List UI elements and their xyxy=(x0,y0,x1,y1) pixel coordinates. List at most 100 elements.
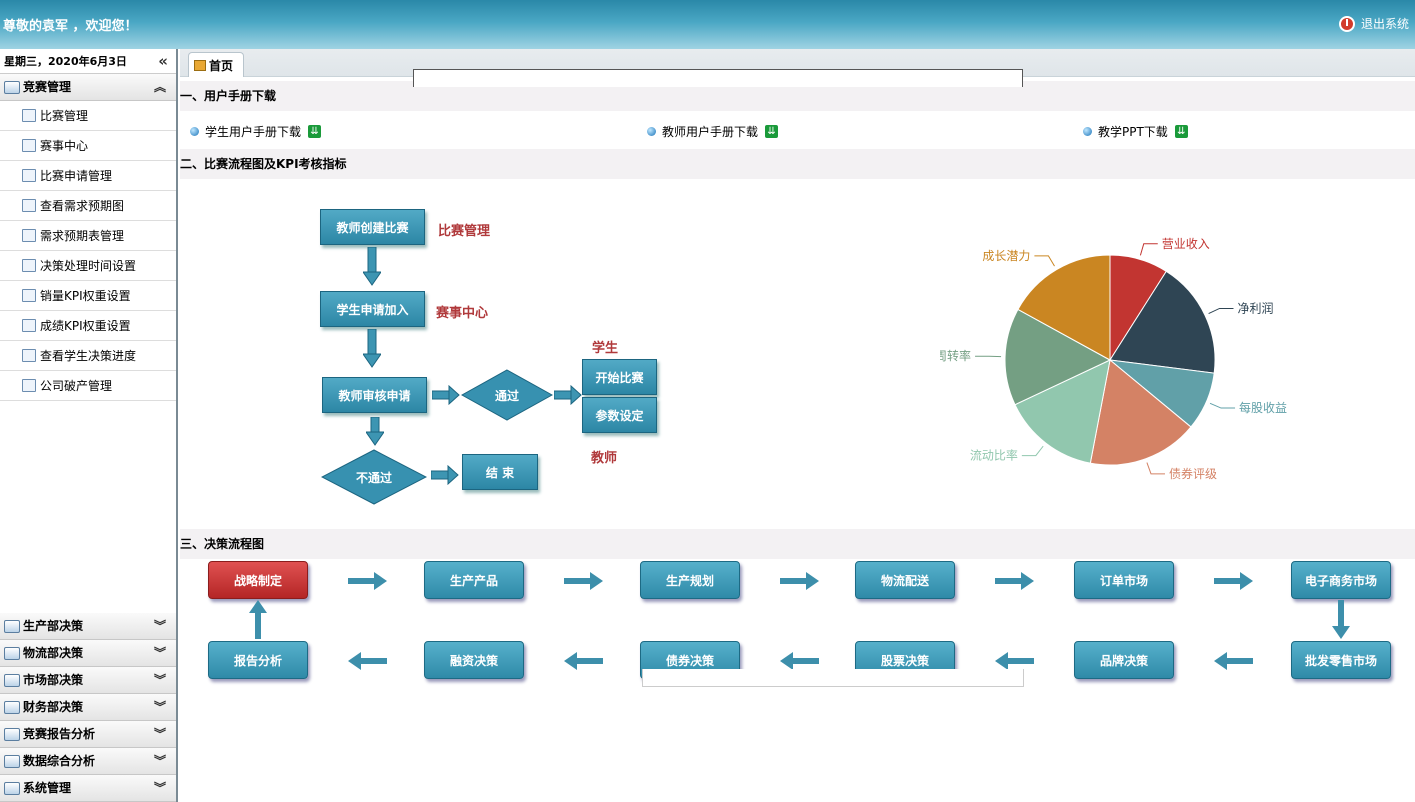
download-label: 教学PPT下载 xyxy=(1098,125,1168,139)
decision-step[interactable]: 生产规划 xyxy=(640,561,740,599)
logout-link[interactable]: 退出系统 xyxy=(1338,15,1409,32)
arrow-right-icon xyxy=(1214,571,1254,591)
arrow-left-icon xyxy=(348,651,388,671)
menu-item-icon xyxy=(22,199,36,212)
arrow-left-icon xyxy=(995,651,1035,671)
group-label: 财务部决策 xyxy=(23,699,84,714)
floating-panel xyxy=(413,69,1023,87)
chevron-down-icon: ︾ xyxy=(153,646,166,660)
group-label: 生产部决策 xyxy=(23,618,84,633)
sidebar-item-label: 赛事中心 xyxy=(40,138,89,153)
kpi-pie-chart: 营业收入净利润每股收益债券评级 流动比率 总资产周转率 成长潜力 xyxy=(940,237,1287,481)
tab-home[interactable]: 首页 xyxy=(188,52,244,77)
diamond-label: 通过 xyxy=(494,388,519,403)
pie-leader-line xyxy=(1034,255,1055,267)
sidebar-group[interactable]: 竞赛报告分析 ︾ xyxy=(0,721,176,748)
diamond-label: 不通过 xyxy=(355,470,392,485)
download-label: 学生用户手册下载 xyxy=(205,125,302,139)
download-teacher-manual[interactable]: 教师用户手册下载 ⇊ xyxy=(647,123,779,140)
tab-home-label: 首页 xyxy=(209,58,234,73)
sidebar-item[interactable]: 查看需求预期图 xyxy=(0,191,176,221)
arrow-right-icon xyxy=(431,465,459,485)
sidebar-item[interactable]: 决策处理时间设置 xyxy=(0,251,176,281)
download-icon[interactable]: ⇊ xyxy=(765,125,779,138)
download-ppt[interactable]: 教学PPT下载 ⇊ xyxy=(1083,123,1188,140)
pie-leader-line xyxy=(1146,462,1165,475)
decision-step[interactable]: 战略制定 xyxy=(208,561,308,599)
sidebar-item[interactable]: 比赛申请管理 xyxy=(0,161,176,191)
sidebar-item[interactable]: 需求预期表管理 xyxy=(0,221,176,251)
sidebar-item-label: 比赛申请管理 xyxy=(40,168,113,183)
sidebar-group[interactable]: 生产部决策 ︾ xyxy=(0,613,176,640)
downloads-row: 学生用户手册下载 ⇊ 教师用户手册下载 ⇊ 教学PPT下载 ⇊ xyxy=(180,111,1415,149)
menu-item-icon xyxy=(22,139,36,152)
sidebar-group[interactable]: 财务部决策 ︾ xyxy=(0,694,176,721)
decision-step[interactable]: 品牌决策 xyxy=(1074,641,1174,679)
pie-label: 债券评级 xyxy=(1169,466,1217,481)
section-title-flow: 二、比赛流程图及KPI考核指标 xyxy=(180,149,1415,179)
home-icon xyxy=(194,59,206,71)
sidebar-item-label: 需求预期表管理 xyxy=(40,228,125,243)
decision-step[interactable]: 批发零售市场 xyxy=(1291,641,1391,679)
menu-item-icon xyxy=(22,169,36,182)
sidebar-item[interactable]: 公司破产管理 xyxy=(0,371,176,401)
decision-step[interactable]: 物流配送 xyxy=(855,561,955,599)
flow-box-apply: 学生申请加入 xyxy=(320,291,425,327)
decision-step[interactable]: 订单市场 xyxy=(1074,561,1174,599)
flow-box-review: 教师审核申请 xyxy=(322,377,427,413)
pie-label: 营业收入 xyxy=(1162,237,1210,251)
group-label: 系统管理 xyxy=(23,780,72,795)
group-label: 竞赛报告分析 xyxy=(23,726,96,741)
pie-leader-line xyxy=(1139,243,1158,256)
download-student-manual[interactable]: 学生用户手册下载 ⇊ xyxy=(190,123,322,140)
group-icon xyxy=(4,754,20,768)
flow-box-end: 结 束 xyxy=(462,454,538,490)
download-icon[interactable]: ⇊ xyxy=(1174,125,1188,138)
sidebar-item-label: 查看学生决策进度 xyxy=(40,348,137,363)
group-icon xyxy=(4,673,20,687)
chevron-down-icon: ︾ xyxy=(153,781,166,795)
arrow-right-icon xyxy=(995,571,1035,591)
decision-step[interactable]: 报告分析 xyxy=(208,641,308,679)
arrow-left-icon xyxy=(1214,651,1254,671)
floating-panel-bottom xyxy=(642,669,1024,687)
group-icon xyxy=(4,646,20,660)
decision-step[interactable]: 电子商务市场 xyxy=(1291,561,1391,599)
menu-item-icon xyxy=(22,319,36,332)
sidebar-item[interactable]: 比赛管理 xyxy=(0,101,176,131)
decision-step[interactable]: 融资决策 xyxy=(424,641,524,679)
flow-box-params: 参数设定 xyxy=(582,397,657,433)
flow-diamond-pass: 通过 xyxy=(460,369,554,421)
sidebar-group[interactable]: 数据综合分析 ︾ xyxy=(0,748,176,775)
current-date: 星期三，2020年6月3日 xyxy=(4,55,127,68)
flow-label-student: 学生 xyxy=(592,341,619,356)
group-label: 市场部决策 xyxy=(23,672,84,687)
arrow-down-icon xyxy=(363,247,381,286)
collapse-sidebar-icon[interactable]: « xyxy=(158,49,168,74)
arrow-left-icon xyxy=(564,651,604,671)
group-icon xyxy=(4,700,20,714)
decision-step[interactable]: 生产产品 xyxy=(424,561,524,599)
flow-and-kpi-area: 教师创建比赛 比赛管理 学生申请加入 赛事中心 教师审核申请 通过 学生 开始比… xyxy=(180,179,1415,529)
group-label: 竞赛管理 xyxy=(23,79,72,94)
sidebar-item[interactable]: 查看学生决策进度 xyxy=(0,341,176,371)
sidebar-item[interactable]: 销量KPI权重设置 xyxy=(0,281,176,311)
sidebar-item[interactable]: 成绩KPI权重设置 xyxy=(0,311,176,341)
arrow-down-icon xyxy=(363,329,381,368)
arrow-up-icon xyxy=(249,600,267,639)
group-label: 数据综合分析 xyxy=(23,753,96,768)
group-competition-management[interactable]: 竞赛管理 ︽ xyxy=(0,74,176,101)
sidebar-group[interactable]: 系统管理 ︾ xyxy=(0,775,176,802)
sidebar: 星期三，2020年6月3日 « 竞赛管理 ︽ 比赛管理赛事中心比赛申请管理查看需… xyxy=(0,49,178,802)
sidebar-group[interactable]: 市场部决策 ︾ xyxy=(0,667,176,694)
sidebar-group[interactable]: 物流部决策 ︾ xyxy=(0,640,176,667)
menu-item-icon xyxy=(22,259,36,272)
flow-label-event-center: 赛事中心 xyxy=(436,306,489,321)
download-icon[interactable]: ⇊ xyxy=(308,125,322,138)
sidebar-item-label: 决策处理时间设置 xyxy=(40,258,137,273)
sidebar-item[interactable]: 赛事中心 xyxy=(0,131,176,161)
pie-label: 净利润 xyxy=(1237,301,1273,315)
chevron-down-icon: ︾ xyxy=(153,673,166,687)
date-row: 星期三，2020年6月3日 « xyxy=(0,49,176,74)
arrow-down-icon xyxy=(366,417,384,446)
